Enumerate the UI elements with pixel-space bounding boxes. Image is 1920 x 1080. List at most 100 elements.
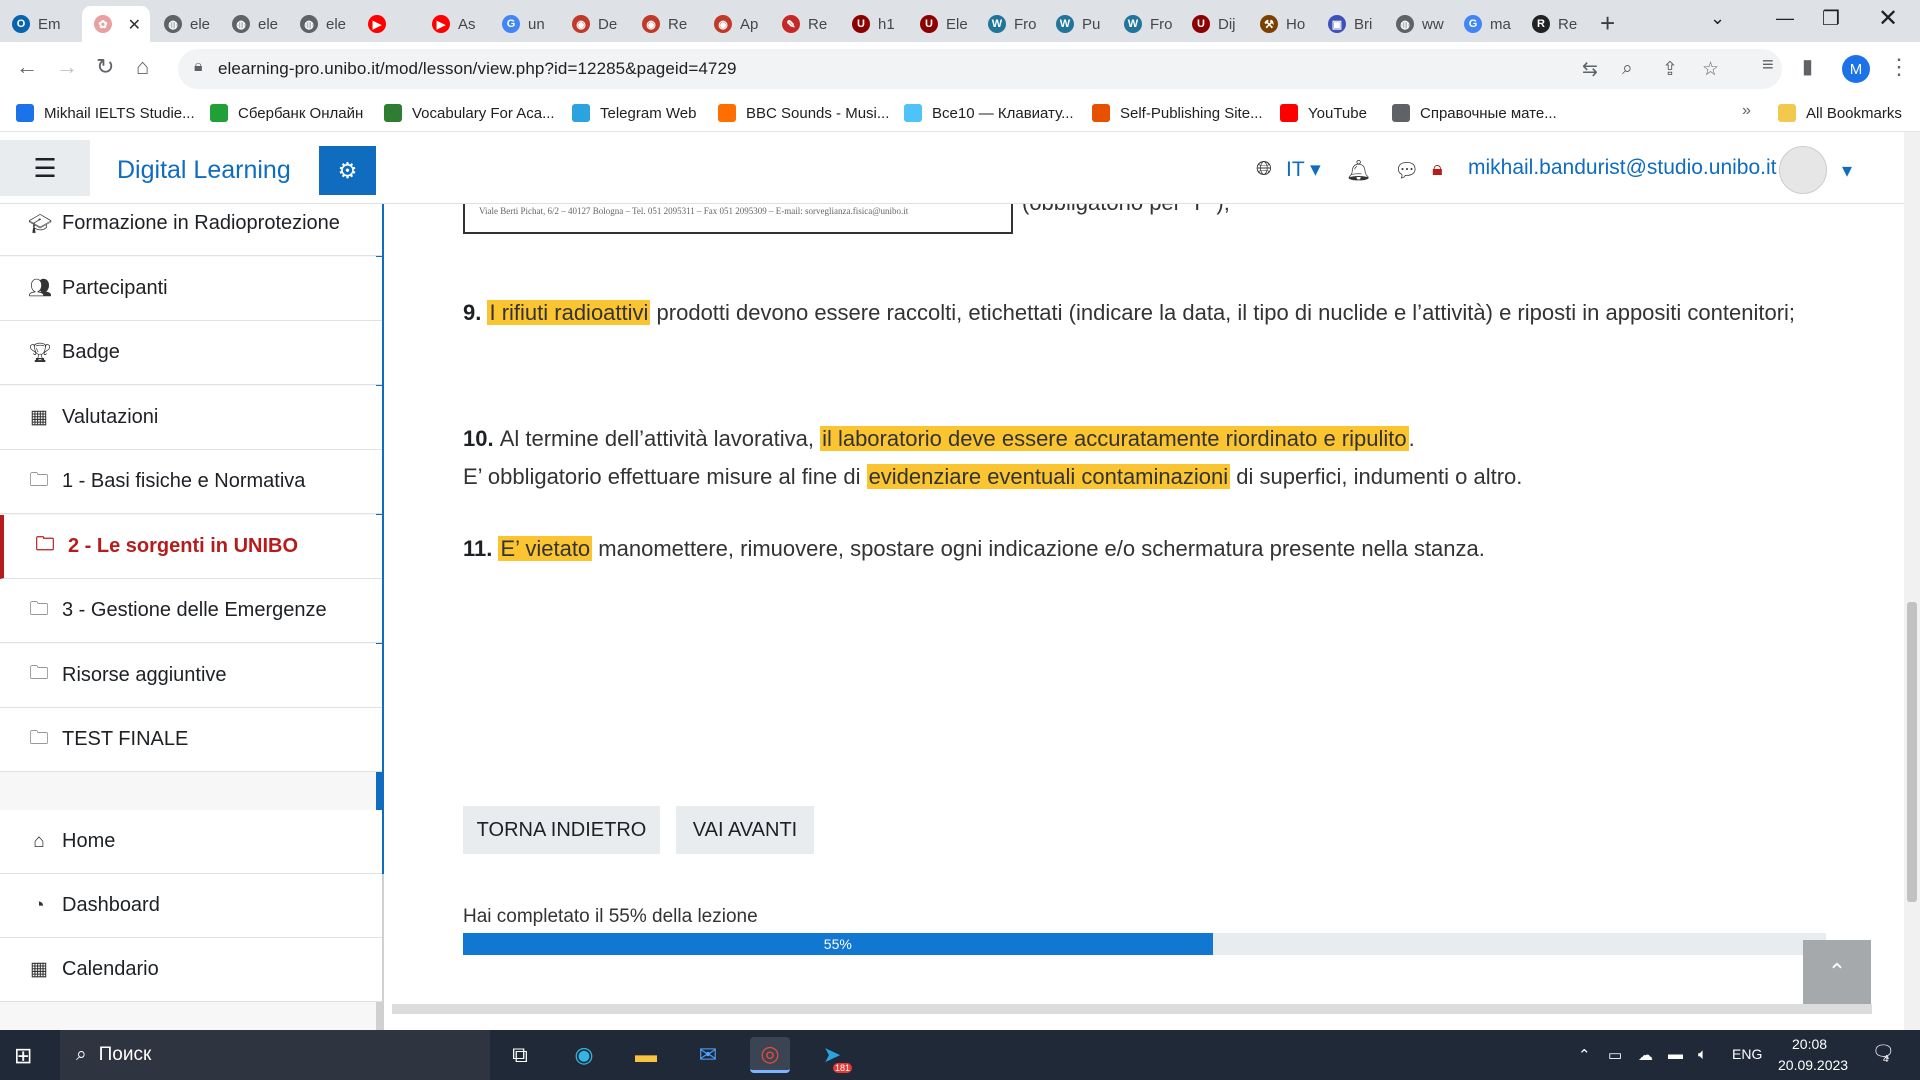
chrome-icon[interactable]: ◎: [750, 1037, 790, 1073]
mail-icon[interactable]: ✉: [688, 1037, 728, 1073]
volume-icon[interactable]: 🔈︎: [1698, 1046, 1707, 1063]
more-bookmarks-chevron[interactable]: »: [1742, 102, 1751, 120]
bookmark-item[interactable]: Self-Publishing Site...: [1092, 104, 1263, 122]
language-menu[interactable]: IT ▾: [1286, 157, 1321, 182]
bookmark-item[interactable]: Сбербанк Онлайн: [210, 104, 363, 122]
bookmark-item[interactable]: Все10 — Клавиату...: [904, 104, 1074, 122]
file-explorer-icon[interactable]: ▬: [626, 1037, 666, 1073]
clock-time[interactable]: 20:08: [1792, 1036, 1827, 1052]
edge-icon[interactable]: ◉: [564, 1037, 604, 1073]
network-icon[interactable]: ▭: [1608, 1046, 1622, 1064]
scrollbar-thumb[interactable]: [1907, 602, 1917, 902]
sidebar-item[interactable]: 🏆︎ Badge: [0, 321, 382, 385]
site-info-icon[interactable]: 🔒︎: [194, 58, 203, 76]
address-bar[interactable]: 🔒︎ elearning-pro.unibo.it/mod/lesson/vie…: [178, 49, 1782, 89]
sidebar-item[interactable]: ⌂ Home: [0, 810, 382, 874]
sidebar-item[interactable]: 🗀 TEST FINALE: [0, 708, 382, 772]
browser-tab[interactable]: ▶ As: [420, 6, 488, 42]
back-to-top-button[interactable]: ⌃: [1803, 940, 1871, 1004]
browser-tab[interactable]: ◍ ww: [1384, 6, 1450, 42]
user-menu-caret-icon[interactable]: ▾: [1842, 158, 1852, 183]
sidebar-item[interactable]: ▦ Calendario: [0, 938, 382, 1002]
restore-button[interactable]: ❐: [1822, 6, 1840, 31]
sidebar-item[interactable]: 👥︎ Partecipanti: [0, 256, 382, 321]
browser-tab[interactable]: ◉ Ap: [702, 6, 768, 42]
clock-date[interactable]: 20.09.2023: [1778, 1057, 1848, 1073]
browser-tab[interactable]: W Fro: [1112, 6, 1178, 42]
zoom-icon[interactable]: ⌕: [1622, 58, 1633, 80]
sidebar-item[interactable]: 🗀 1 - Basi fisiche e Normativa: [0, 450, 382, 514]
bookmark-item[interactable]: YouTube: [1280, 104, 1367, 122]
bell-icon[interactable]: 🔔︎: [1346, 158, 1371, 183]
menu-kebab-icon[interactable]: ⋮: [1888, 54, 1910, 80]
user-email[interactable]: mikhail.bandurist@studio.unibo.it: [1468, 156, 1776, 180]
sidebar-item[interactable]: ◔ Dashboard: [0, 874, 382, 938]
browser-tab[interactable]: W Pu: [1044, 6, 1110, 42]
side-panel-icon[interactable]: ▮: [1802, 54, 1813, 79]
sidebar-item[interactable]: 🗀 Risorse aggiuntive: [0, 643, 382, 708]
horizontal-scrollbar[interactable]: [392, 1004, 1872, 1014]
tab-search-chevron-icon[interactable]: ⌄: [1710, 8, 1725, 29]
browser-tab[interactable]: Uh1: [840, 6, 906, 42]
profile-avatar[interactable]: M: [1842, 55, 1870, 83]
all-bookmarks-folder[interactable]: All Bookmarks: [1778, 104, 1902, 122]
lock-badge-icon[interactable]: 🔒︎: [1432, 158, 1443, 181]
sidebar-item[interactable]: 🗀 3 - Gestione delle Emergenze: [0, 579, 382, 643]
browser-tab[interactable]: ✿ ✕: [82, 6, 150, 42]
windows-start-icon[interactable]: ⊞: [14, 1043, 32, 1069]
forward-arrow-icon[interactable]: →: [56, 54, 78, 80]
bookmark-item[interactable]: BBC Sounds - Musi...: [718, 104, 889, 122]
browser-tab[interactable]: O Em: [0, 6, 80, 42]
onedrive-cloud-icon[interactable]: ☁: [1638, 1046, 1653, 1064]
notification-center-icon[interactable]: 🗨︎ 4: [1872, 1042, 1895, 1065]
browser-tab[interactable]: R Re: [1520, 6, 1586, 42]
close-tab-icon[interactable]: ✕: [128, 15, 141, 35]
browser-tab[interactable]: ◍ ele: [152, 6, 218, 42]
next-button[interactable]: VAI AVANTI: [676, 806, 814, 854]
user-avatar[interactable]: [1779, 146, 1827, 194]
share-icon[interactable]: ⇪: [1662, 58, 1678, 81]
browser-tab[interactable]: ▶: [356, 6, 418, 42]
drawer-toggle-button[interactable]: ☰: [0, 140, 90, 196]
back-button[interactable]: TORNA INDIETRO: [463, 806, 660, 854]
url-text[interactable]: elearning-pro.unibo.it/mod/lesson/view.p…: [218, 59, 737, 79]
sidebar-item[interactable]: 🎓︎ Formazione in Radioprotezione: [0, 204, 382, 256]
bookmark-star-icon[interactable]: ☆: [1702, 58, 1719, 81]
bookmark-item[interactable]: Mikhail IELTS Studie...: [16, 104, 195, 122]
globe-icon[interactable]: 🌐︎: [1256, 158, 1272, 181]
course-settings-button[interactable]: ⚙: [319, 146, 376, 195]
browser-tab[interactable]: ◍ ele: [288, 6, 354, 42]
bookmark-item[interactable]: Vocabulary For Aca...: [384, 104, 555, 122]
media-controls-icon[interactable]: ≡: [1762, 54, 1774, 77]
bookmark-item[interactable]: Telegram Web: [572, 104, 696, 122]
show-hidden-icons-chevron-icon[interactable]: ⌃: [1578, 1046, 1591, 1064]
input-language[interactable]: ENG: [1732, 1046, 1762, 1062]
browser-tab[interactable]: ▣ Bri: [1316, 6, 1382, 42]
minimize-button[interactable]: —: [1776, 8, 1794, 29]
site-brand[interactable]: Digital Learning: [117, 156, 291, 185]
chat-bubble-icon[interactable]: 💬︎: [1394, 158, 1419, 183]
reload-icon[interactable]: ↻: [96, 54, 114, 80]
browser-tab[interactable]: ◉ Re: [630, 6, 700, 42]
battery-icon[interactable]: ▬: [1668, 1046, 1683, 1063]
sidebar-item[interactable]: ▦ Valutazioni: [0, 385, 382, 450]
task-view-icon[interactable]: ⧉: [500, 1037, 540, 1073]
sidebar-item[interactable]: 🗀 2 - Le sorgenti in UNIBO: [0, 514, 382, 579]
bookmark-item[interactable]: Справочные мате...: [1392, 104, 1557, 122]
page-vertical-scrollbar[interactable]: [1904, 132, 1920, 1030]
browser-tab[interactable]: ✎ Re: [770, 6, 838, 42]
browser-tab[interactable]: Gma: [1452, 6, 1518, 42]
telegram-icon[interactable]: ➤ 181: [812, 1037, 852, 1073]
taskbar-search[interactable]: ⌕ Поиск: [60, 1030, 490, 1080]
browser-tab[interactable]: U Dij: [1180, 6, 1246, 42]
new-tab-button[interactable]: +: [1600, 8, 1615, 39]
home-icon[interactable]: ⌂: [136, 54, 149, 80]
translate-icon[interactable]: ⇆: [1582, 58, 1598, 81]
browser-tab[interactable]: W Fro: [976, 6, 1042, 42]
browser-tab[interactable]: ⚒ Ho: [1248, 6, 1314, 42]
browser-tab[interactable]: U Ele: [908, 6, 974, 42]
browser-tab[interactable]: ◍ ele: [220, 6, 286, 42]
back-arrow-icon[interactable]: ←: [16, 54, 38, 80]
close-window-button[interactable]: ✕: [1878, 4, 1898, 33]
browser-tab[interactable]: Gun: [490, 6, 558, 42]
